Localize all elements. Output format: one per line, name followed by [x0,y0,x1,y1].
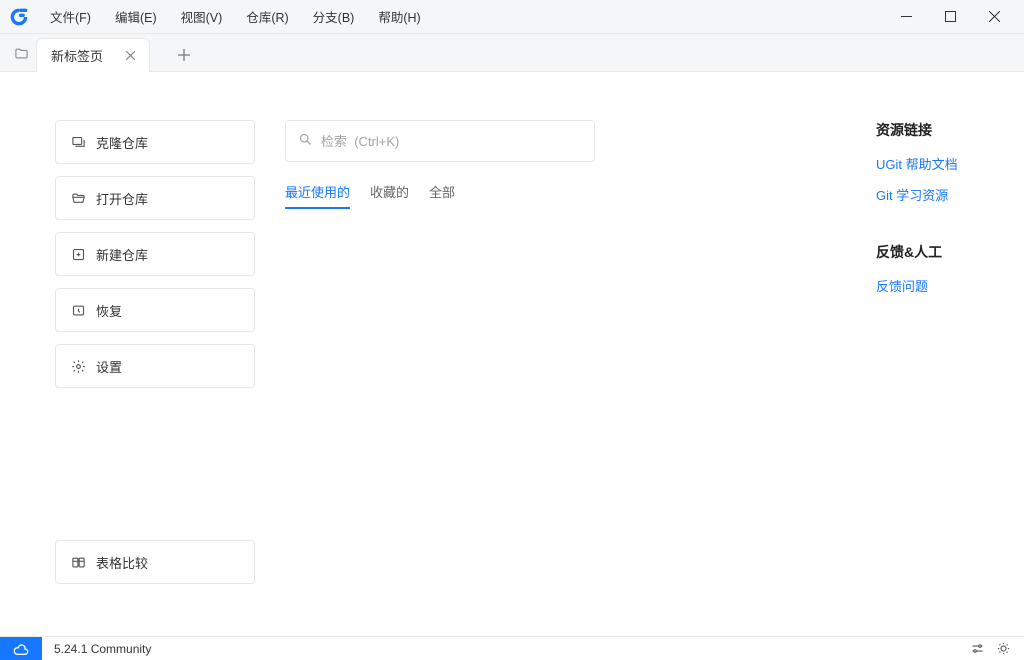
settings-label: 设置 [96,357,122,376]
search-box[interactable] [285,120,595,162]
status-bar: 5.24.1 Community [0,636,1024,660]
clone-label: 克隆仓库 [96,133,148,152]
filter-all[interactable]: 全部 [429,182,455,209]
clone-icon [70,134,86,150]
menu-help[interactable]: 帮助(H) [368,3,430,30]
new-repo-icon [70,246,86,262]
window-close[interactable] [972,0,1016,34]
settings-sliders-icon[interactable] [968,640,986,658]
restore-button[interactable]: 恢复 [55,288,255,332]
folder-open-icon [70,190,86,206]
gear-icon [70,358,86,374]
menu-edit[interactable]: 编辑(E) [105,3,167,30]
theme-sun-icon[interactable] [994,640,1012,658]
search-icon [298,132,313,150]
resources-heading: 资源链接 [876,120,986,140]
menu-file[interactable]: 文件(F) [40,3,101,30]
close-icon[interactable] [121,47,139,65]
filter-tabs: 最近使用的 收藏的 全部 [285,182,765,209]
restore-icon [70,302,86,318]
search-input[interactable] [321,134,582,149]
feedback-heading: 反馈&人工 [876,242,986,262]
open-repo-button[interactable]: 打开仓库 [55,176,255,220]
new-repo-button[interactable]: 新建仓库 [55,232,255,276]
cloud-status[interactable] [0,637,42,660]
link-git-learn[interactable]: Git 学习资源 [876,185,986,204]
menu-branch[interactable]: 分支(B) [303,3,365,30]
version-text: 5.24.1 Community [54,642,151,656]
window-maximize[interactable] [928,0,972,34]
table-compare-button[interactable]: 表格比较 [55,540,255,584]
center-content: 最近使用的 收藏的 全部 [285,120,765,636]
filter-favorites[interactable]: 收藏的 [370,182,409,209]
settings-button[interactable]: 设置 [55,344,255,388]
left-actions: 克隆仓库 打开仓库 新建仓库 恢复 设置 [55,120,255,636]
table-compare-icon [70,554,86,570]
window-minimize[interactable] [884,0,928,34]
main-content: 克隆仓库 打开仓库 新建仓库 恢复 设置 [0,72,1024,636]
tab-bar: 新标签页 [0,34,1024,72]
open-label: 打开仓库 [96,189,148,208]
tab-label: 新标签页 [51,46,103,65]
status-right [968,640,1024,658]
compare-label: 表格比较 [96,553,148,572]
clone-repo-button[interactable]: 克隆仓库 [55,120,255,164]
menu-bar: 文件(F) 编辑(E) 视图(V) 仓库(R) 分支(B) 帮助(H) [0,0,1024,34]
filter-recent[interactable]: 最近使用的 [285,182,350,209]
window-controls [884,0,1016,34]
menu-items: 文件(F) 编辑(E) 视图(V) 仓库(R) 分支(B) 帮助(H) [40,3,431,30]
menu-view[interactable]: 视图(V) [171,3,233,30]
app-logo [8,6,30,28]
restore-label: 恢复 [96,301,122,320]
menu-repo[interactable]: 仓库(R) [236,3,298,30]
link-help-docs[interactable]: UGit 帮助文档 [876,154,986,173]
tabbar-leading-icon[interactable] [6,35,36,71]
new-label: 新建仓库 [96,245,148,264]
tab-add-button[interactable] [168,39,200,71]
link-feedback[interactable]: 反馈问题 [876,276,986,295]
right-sidebar: 资源链接 UGit 帮助文档 Git 学习资源 反馈&人工 反馈问题 [876,120,996,636]
tab-new[interactable]: 新标签页 [36,38,150,72]
